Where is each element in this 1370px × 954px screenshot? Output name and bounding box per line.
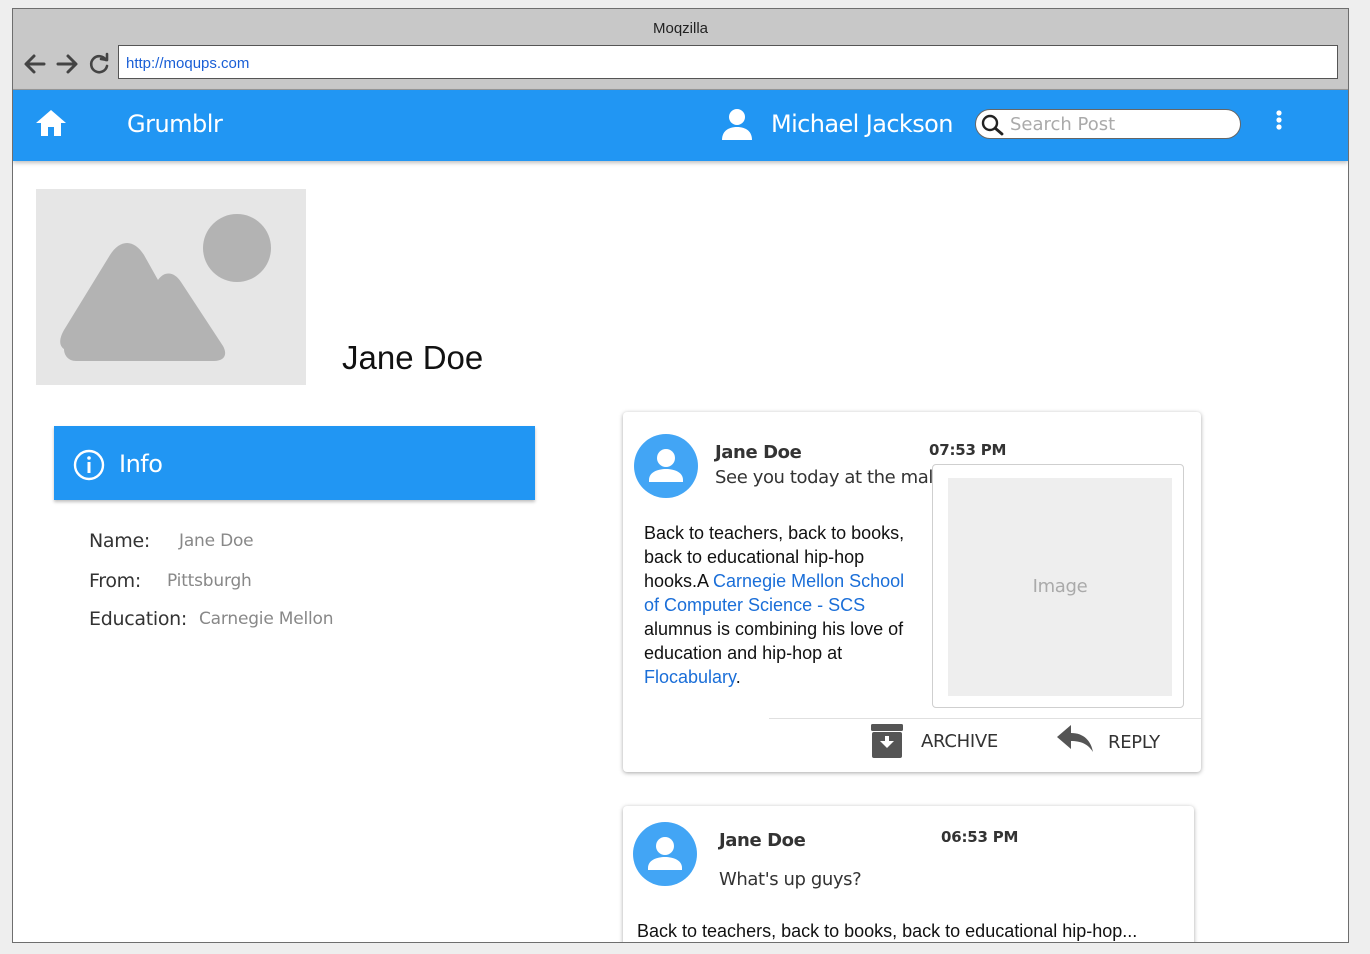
reply-icon: [1057, 725, 1093, 752]
archive-icon: [871, 724, 903, 758]
info-label: From:: [89, 570, 141, 592]
archive-button[interactable]: ARCHIVE: [870, 723, 1010, 761]
account-circle-icon: [634, 434, 698, 498]
post-author-avatar[interactable]: [634, 434, 698, 498]
info-icon: [73, 449, 105, 481]
card-divider: [769, 718, 1201, 719]
reply-button[interactable]: REPLY: [1055, 723, 1195, 761]
image-placeholder-icon: [60, 214, 271, 361]
user-icon: [719, 106, 755, 142]
post-author[interactable]: Jane Doe: [719, 830, 806, 851]
current-user-name[interactable]: Michael Jackson: [771, 110, 953, 138]
profile-image-placeholder: [36, 189, 306, 385]
profile-name: Jane Doe: [342, 339, 484, 376]
post-author[interactable]: Jane Doe: [715, 442, 802, 463]
reload-icon[interactable]: [86, 51, 114, 79]
browser-window: Moqzilla http://moqups.com Grumblr Micha…: [12, 8, 1349, 943]
account-circle-icon: [633, 822, 697, 886]
post-link-flocabulary[interactable]: Flocabulary: [644, 667, 736, 687]
info-value: Jane Doe: [179, 531, 254, 551]
post-body-text: .: [735, 667, 741, 687]
post-body-text: alumnus is combining his love of educati…: [644, 619, 904, 663]
post-image-frame: Image: [932, 464, 1184, 708]
post-body: Back to teachers, back to books, back to…: [644, 521, 912, 689]
info-label: Education:: [89, 608, 187, 630]
info-value: Pittsburgh: [167, 571, 252, 591]
archive-label: ARCHIVE: [921, 731, 998, 752]
url-bar[interactable]: http://moqups.com: [118, 45, 1338, 79]
post-subtitle: What's up guys?: [719, 869, 862, 890]
search-input[interactable]: [1008, 112, 1232, 136]
info-value: Carnegie Mellon: [199, 609, 334, 629]
back-arrow-icon[interactable]: [22, 51, 50, 79]
info-title: Info: [119, 450, 163, 478]
app-bar: Grumblr Michael Jackson: [13, 90, 1348, 161]
forward-arrow-icon[interactable]: [54, 51, 82, 79]
post-subtitle: See you today at the mall: [715, 467, 938, 488]
post-card: Jane Doe 07:53 PM See you today at the m…: [623, 412, 1201, 772]
window-title: Moqzilla: [652, 20, 709, 37]
info-label: Name:: [89, 530, 150, 552]
post-time: 07:53 PM: [929, 441, 1007, 459]
info-panel-header: Info: [54, 426, 535, 500]
search-box: [975, 109, 1241, 139]
post-image-label: Image: [1032, 576, 1088, 597]
more-vert-icon[interactable]: [1271, 108, 1287, 136]
search-icon: [981, 114, 1004, 136]
post-time: 06:53 PM: [941, 828, 1019, 846]
browser-titlebar: Moqzilla http://moqups.com: [13, 9, 1348, 90]
reply-label: REPLY: [1108, 732, 1160, 753]
home-icon[interactable]: [34, 108, 68, 140]
post-image[interactable]: Image: [948, 478, 1172, 696]
post-preview-text: Back to teachers, back to books, back to…: [637, 921, 1138, 942]
app-brand[interactable]: Grumblr: [127, 110, 223, 138]
post-author-avatar[interactable]: [633, 822, 697, 886]
